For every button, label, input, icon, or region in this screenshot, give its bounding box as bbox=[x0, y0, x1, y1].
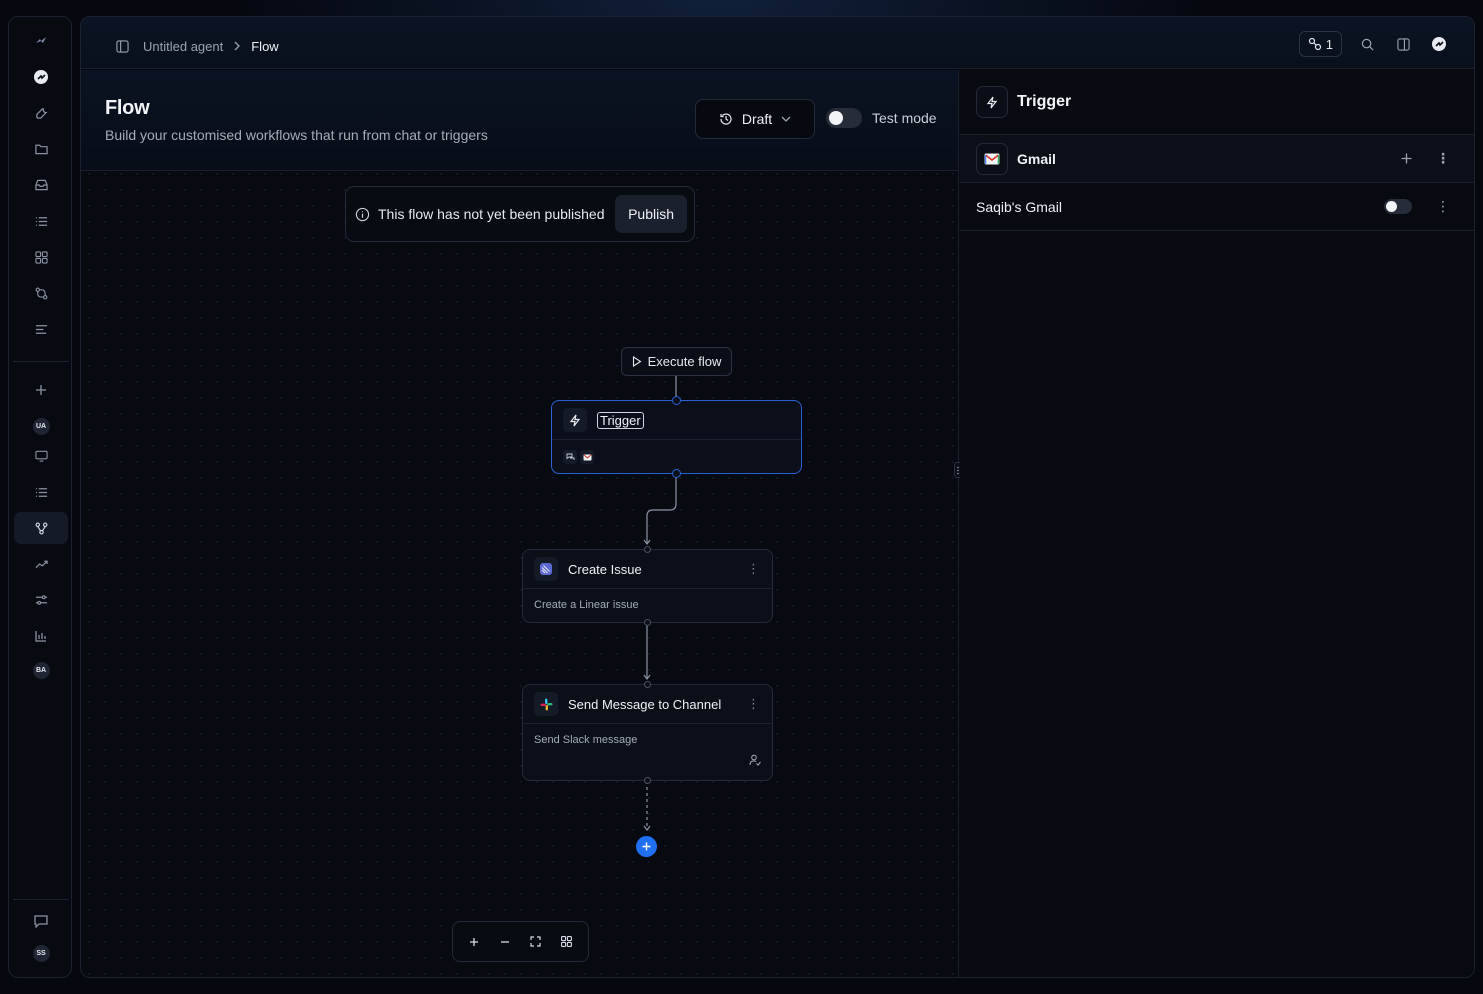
flow-canvas[interactable]: Flow Build your customised workflows tha… bbox=[81, 70, 959, 977]
edge-arrow-add bbox=[643, 825, 651, 831]
second-avatar[interactable]: BA bbox=[14, 654, 68, 686]
plus-icon bbox=[642, 842, 651, 851]
flow-edges bbox=[643, 376, 677, 831]
second-badge-text: BA bbox=[32, 661, 50, 679]
search-icon[interactable] bbox=[1356, 33, 1378, 55]
slack-icon bbox=[534, 692, 558, 716]
add-icon[interactable] bbox=[14, 374, 68, 406]
lightning-icon bbox=[563, 408, 587, 432]
workspace-badge-text: UA bbox=[32, 417, 50, 435]
app-logo-icon[interactable] bbox=[14, 25, 68, 57]
flow-icon[interactable] bbox=[14, 512, 68, 544]
create-issue-output-port[interactable] bbox=[644, 619, 651, 626]
more-options-icon[interactable]: ⋮ bbox=[747, 561, 760, 577]
home-logo-icon[interactable] bbox=[14, 61, 68, 93]
account-row[interactable]: Saqib's Gmail ⋮ bbox=[960, 183, 1474, 231]
zoom-in-icon[interactable] bbox=[463, 931, 485, 953]
fit-view-icon[interactable] bbox=[525, 931, 547, 953]
send-message-header: Send Message to Channel ⋮ bbox=[523, 685, 772, 724]
connections-icon bbox=[1308, 37, 1321, 51]
gmail-app-row[interactable]: Gmail ⋮ bbox=[960, 135, 1474, 183]
create-issue-header: Create Issue ⋮ bbox=[523, 550, 772, 589]
tasks-icon[interactable] bbox=[14, 476, 68, 508]
edge-trigger-create bbox=[646, 474, 677, 544]
more-options-icon[interactable]: ⋮ bbox=[747, 696, 760, 712]
top-bar: Untitled agent Flow 1 bbox=[81, 17, 1474, 69]
add-account-icon[interactable] bbox=[1401, 151, 1412, 167]
breadcrumb-parent[interactable]: Untitled agent bbox=[143, 39, 223, 54]
rail-divider-bottom bbox=[13, 899, 69, 900]
user-avatar[interactable]: SS bbox=[14, 937, 68, 969]
more-options-icon[interactable]: ⋮ bbox=[1436, 198, 1450, 215]
grid-icon[interactable] bbox=[14, 241, 68, 273]
trigger-node-header: Trigger bbox=[552, 401, 801, 440]
gmail-icon bbox=[976, 142, 1008, 175]
app-name: Gmail bbox=[1017, 150, 1056, 167]
left-rail: UA BA SS bbox=[8, 16, 72, 978]
inbox-icon[interactable] bbox=[14, 169, 68, 201]
trending-icon[interactable] bbox=[14, 548, 68, 580]
chevron-right-icon bbox=[234, 41, 241, 51]
tools-icon[interactable] bbox=[14, 97, 68, 129]
add-node-button[interactable] bbox=[636, 836, 657, 857]
send-message-output-port[interactable] bbox=[644, 777, 651, 784]
panel-header: Trigger bbox=[960, 70, 1474, 135]
create-issue-node[interactable]: Create Issue ⋮ Create a Linear issue bbox=[522, 546, 773, 626]
account-enabled-toggle[interactable] bbox=[1384, 199, 1412, 214]
trigger-node-title[interactable]: Trigger bbox=[597, 411, 644, 429]
create-issue-description: Create a Linear issue bbox=[534, 599, 639, 611]
minimap-icon[interactable] bbox=[556, 931, 578, 953]
account-row-actions: ⋮ bbox=[1384, 198, 1450, 215]
branch-icon[interactable] bbox=[14, 277, 68, 309]
bar-chart-icon[interactable] bbox=[14, 620, 68, 652]
lightning-icon bbox=[976, 86, 1008, 118]
account-name: Saqib's Gmail bbox=[976, 198, 1062, 215]
send-message-description: Send Slack message bbox=[534, 734, 638, 746]
folder-icon[interactable] bbox=[14, 133, 68, 165]
rail-divider bbox=[13, 361, 69, 362]
sidebar-toggle-icon[interactable] bbox=[111, 35, 133, 57]
linear-icon bbox=[534, 557, 558, 581]
execute-flow-button[interactable]: Execute flow bbox=[621, 347, 732, 376]
top-actions: 1 bbox=[1298, 31, 1450, 57]
trigger-settings-panel: Trigger Gmail ⋮ Saqib's Gmail ⋮ bbox=[960, 70, 1474, 977]
more-options-icon[interactable]: ⋮ bbox=[1436, 150, 1450, 167]
gmail-source-icon bbox=[580, 450, 594, 464]
text-align-icon[interactable] bbox=[14, 313, 68, 345]
chat-icon[interactable] bbox=[14, 905, 68, 937]
send-message-title: Send Message to Channel bbox=[568, 696, 722, 712]
zoom-out-icon[interactable] bbox=[494, 931, 516, 953]
list-icon[interactable] bbox=[14, 205, 68, 237]
send-message-input-port[interactable] bbox=[644, 681, 651, 688]
panel-toggle-icon[interactable] bbox=[1392, 33, 1414, 55]
chat-source-icon bbox=[563, 450, 577, 464]
create-issue-title: Create Issue bbox=[568, 561, 642, 577]
execute-flow-label: Execute flow bbox=[647, 354, 722, 369]
trigger-output-port[interactable] bbox=[672, 469, 681, 478]
app-row-actions: ⋮ bbox=[1401, 150, 1450, 167]
workspace-avatar[interactable]: UA bbox=[14, 410, 68, 442]
panel-title: Trigger bbox=[1017, 93, 1072, 110]
create-issue-input-port[interactable] bbox=[644, 546, 651, 553]
zoom-controls bbox=[452, 921, 589, 962]
brand-icon[interactable] bbox=[1428, 33, 1450, 55]
play-icon bbox=[632, 356, 642, 367]
sliders-icon[interactable] bbox=[14, 584, 68, 616]
user-badge-text: SS bbox=[32, 944, 50, 962]
connections-count: 1 bbox=[1325, 36, 1333, 52]
trigger-node[interactable]: Trigger bbox=[551, 396, 802, 478]
breadcrumb: Untitled agent Flow bbox=[111, 35, 279, 57]
trigger-input-port[interactable] bbox=[672, 396, 681, 405]
send-message-node[interactable]: Send Message to Channel ⋮ Send Slack mes… bbox=[522, 681, 773, 784]
monitor-icon[interactable] bbox=[14, 440, 68, 472]
main-panel: Untitled agent Flow 1 Flow Build your cu… bbox=[80, 16, 1475, 978]
breadcrumb-current: Flow bbox=[251, 38, 279, 54]
user-check-icon[interactable] bbox=[749, 753, 761, 771]
connections-button[interactable]: 1 bbox=[1298, 31, 1342, 57]
